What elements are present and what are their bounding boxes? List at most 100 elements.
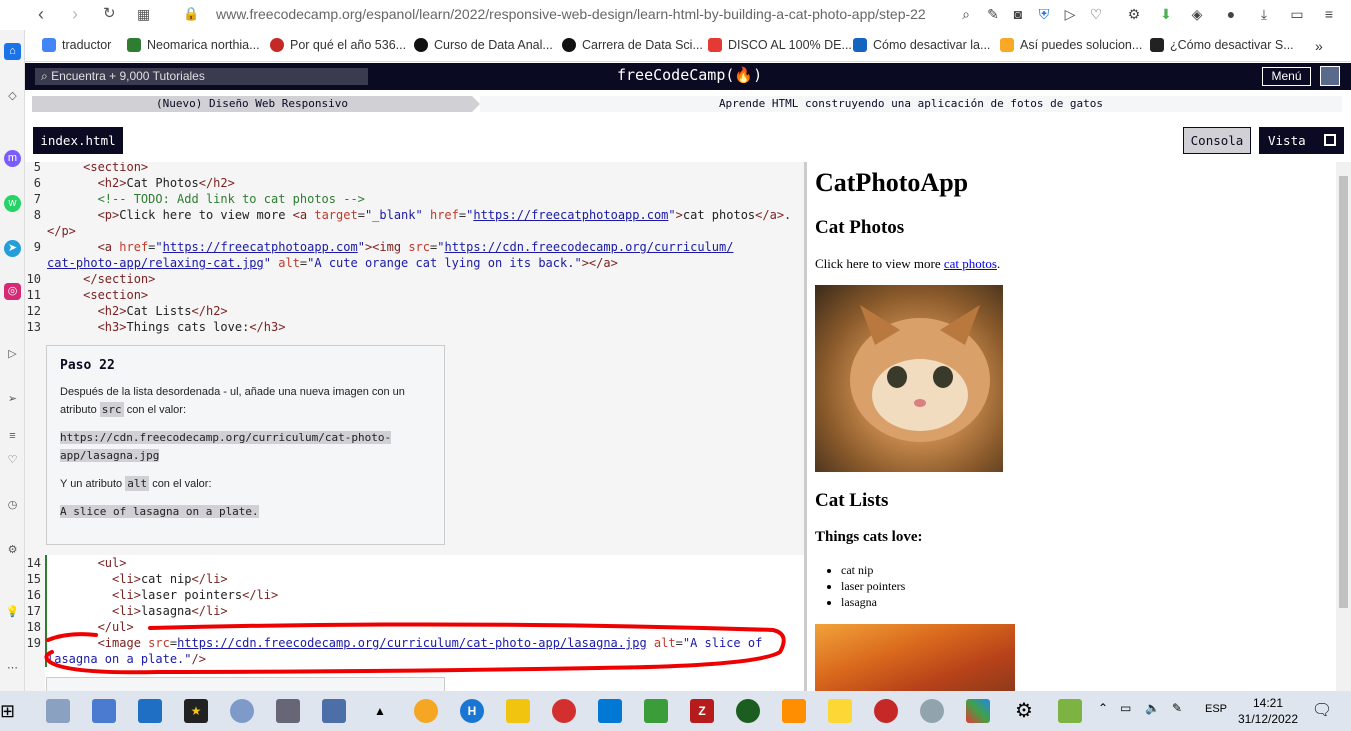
file-tab[interactable]: index.html: [33, 127, 123, 154]
line-number: 8: [33, 208, 41, 222]
telegram-icon[interactable]: ➤: [4, 240, 21, 257]
site-icon: [414, 38, 428, 52]
lasagna-image: [815, 624, 1015, 691]
filezilla-icon[interactable]: Z: [690, 699, 714, 723]
step-text: Y un atributo alt con el valor:: [60, 476, 212, 491]
bookmark-sidebar-icon[interactable]: ◇: [4, 88, 21, 105]
heart-sidebar-icon[interactable]: ♡: [4, 452, 21, 469]
code-editor[interactable]: 5 6 7 8 9 10 11 12 13 <section> <h2>Cat …: [25, 162, 804, 691]
app-icon[interactable]: [414, 699, 438, 723]
pen-icon[interactable]: ✎: [1172, 701, 1190, 721]
edit-icon[interactable]: ✎: [984, 5, 1002, 23]
more-icon[interactable]: ⋯: [4, 660, 21, 677]
notification-icon[interactable]: 🗨: [1310, 699, 1334, 723]
mongodb-icon[interactable]: [736, 699, 760, 723]
back-icon[interactable]: ‹: [38, 4, 44, 24]
bookmark-item[interactable]: Neomarica northia...: [127, 38, 260, 52]
paint-icon[interactable]: [230, 699, 254, 723]
sublime-icon[interactable]: [782, 699, 806, 723]
menu-lines-icon[interactable]: ≡: [4, 428, 21, 445]
settings-taskbar-icon[interactable]: ⚙: [1012, 699, 1036, 723]
avatar[interactable]: [1320, 66, 1340, 86]
camera-icon[interactable]: ◙: [1009, 5, 1027, 23]
extension-icon[interactable]: ⚙: [1125, 5, 1143, 23]
battery-icon[interactable]: ▭: [1288, 5, 1306, 23]
fcc-logo[interactable]: freeCodeCamp(🔥): [617, 66, 762, 84]
notepad-icon[interactable]: [644, 699, 668, 723]
whatsapp-icon[interactable]: w: [4, 195, 21, 212]
volume-icon[interactable]: 🔈: [1145, 701, 1163, 721]
app-icon[interactable]: [828, 699, 852, 723]
forward-icon[interactable]: ›: [72, 4, 78, 24]
breadcrumb-course[interactable]: (Nuevo) Diseño Web Responsivo: [32, 96, 480, 112]
app-icon[interactable]: [1058, 699, 1082, 723]
downloads-icon[interactable]: ⤓: [1255, 5, 1273, 23]
bookmark-item[interactable]: Así puedes solucion...: [1000, 38, 1142, 52]
app-icon[interactable]: [874, 699, 898, 723]
start-icon[interactable]: ⊞: [0, 699, 20, 723]
shield-icon[interactable]: ⛨: [1035, 5, 1053, 23]
folder-icon[interactable]: [506, 699, 530, 723]
code-block: https://cdn.freecodecamp.org/curriculum/…: [60, 431, 392, 462]
app-icon[interactable]: [138, 699, 162, 723]
search-input[interactable]: ⌕ Encuentra + 9,000 Tutoriales: [35, 68, 368, 85]
language-indicator[interactable]: ESP: [1205, 703, 1227, 715]
cat-photos-link[interactable]: cat photos: [944, 256, 997, 271]
opera-icon[interactable]: [552, 699, 576, 723]
code-line: </section>: [83, 272, 156, 286]
battery-tray-icon[interactable]: ▭: [1120, 701, 1136, 721]
preview-button[interactable]: Vista: [1259, 127, 1344, 154]
preview-scrollbar[interactable]: [1336, 162, 1351, 691]
heart-icon[interactable]: ♡: [1087, 5, 1105, 23]
step-description: Paso 22 Después de la lista desordenada …: [46, 345, 445, 545]
address-bar[interactable]: www.freecodecamp.org/espanol/learn/2022/…: [216, 6, 926, 22]
clock-date: 31/12/2022: [1237, 712, 1299, 726]
breadcrumb-project[interactable]: Aprende HTML construyendo una aplicación…: [480, 96, 1342, 112]
settings-icon[interactable]: ⚙: [4, 542, 21, 559]
bookmark-item[interactable]: Curso de Data Anal...: [414, 38, 553, 52]
scrollbar-thumb[interactable]: [1339, 176, 1348, 608]
bookmark-item[interactable]: Por qué el año 536...: [270, 38, 406, 52]
bookmark-item[interactable]: DISCO AL 100% DE...: [708, 38, 852, 52]
app-icon[interactable]: [920, 699, 944, 723]
send-sidebar-icon[interactable]: ➢: [4, 391, 21, 408]
star-app-icon[interactable]: ★: [184, 699, 208, 723]
h-app-icon[interactable]: H: [460, 699, 484, 723]
list-item: laser pointers: [841, 578, 905, 594]
download-ext-icon[interactable]: ⬇: [1157, 5, 1175, 23]
bookmark-item[interactable]: traductor: [42, 38, 111, 52]
lightbulb-icon[interactable]: 💡: [4, 604, 21, 621]
calculator-icon[interactable]: [322, 699, 346, 723]
send-icon[interactable]: ▷: [1061, 5, 1079, 23]
clock-time: 14:21: [1252, 696, 1284, 710]
browser-toolbar: ‹ › ↻ ▦ 🔒 www.freecodecamp.org/espanol/l…: [0, 0, 1351, 30]
code-line: <!-- TODO: Add link to cat photos -->: [97, 192, 365, 206]
home-icon[interactable]: ⌂: [4, 43, 21, 60]
clock[interactable]: 14:21 31/12/2022: [1228, 695, 1308, 727]
chevron-up-icon[interactable]: ⌃: [1098, 701, 1112, 721]
reload-icon[interactable]: ↻: [103, 4, 116, 24]
vscode-icon[interactable]: [598, 699, 622, 723]
messenger-icon[interactable]: m: [4, 150, 21, 167]
camera-app-icon[interactable]: [276, 699, 300, 723]
app-icon[interactable]: [966, 699, 990, 723]
hat-icon[interactable]: ▲: [368, 699, 392, 723]
cat-image[interactable]: [815, 285, 1003, 472]
bookmark-item[interactable]: Carrera de Data Sci...: [562, 38, 703, 52]
menu-button[interactable]: Menú: [1262, 67, 1311, 86]
more-bookmarks-icon[interactable]: »: [1315, 38, 1323, 54]
app-icon[interactable]: [92, 699, 116, 723]
player-icon[interactable]: ▷: [4, 346, 21, 363]
bookmark-item[interactable]: ¿Cómo desactivar S...: [1150, 38, 1294, 52]
menu-icon[interactable]: ≡: [1320, 5, 1338, 23]
bookmark-item[interactable]: Cómo desactivar la...: [853, 38, 990, 52]
history-icon[interactable]: ◷: [4, 497, 21, 514]
console-button[interactable]: Consola: [1183, 127, 1251, 154]
cube-icon[interactable]: ◈: [1188, 5, 1206, 23]
tabs-grid-icon[interactable]: ▦: [137, 4, 150, 24]
search-icon[interactable]: ⌕: [957, 5, 975, 23]
profile-icon[interactable]: ●: [1222, 5, 1240, 23]
app-icon[interactable]: [46, 699, 70, 723]
line-number: 10: [26, 272, 41, 286]
instagram-icon[interactable]: ◎: [4, 283, 21, 300]
